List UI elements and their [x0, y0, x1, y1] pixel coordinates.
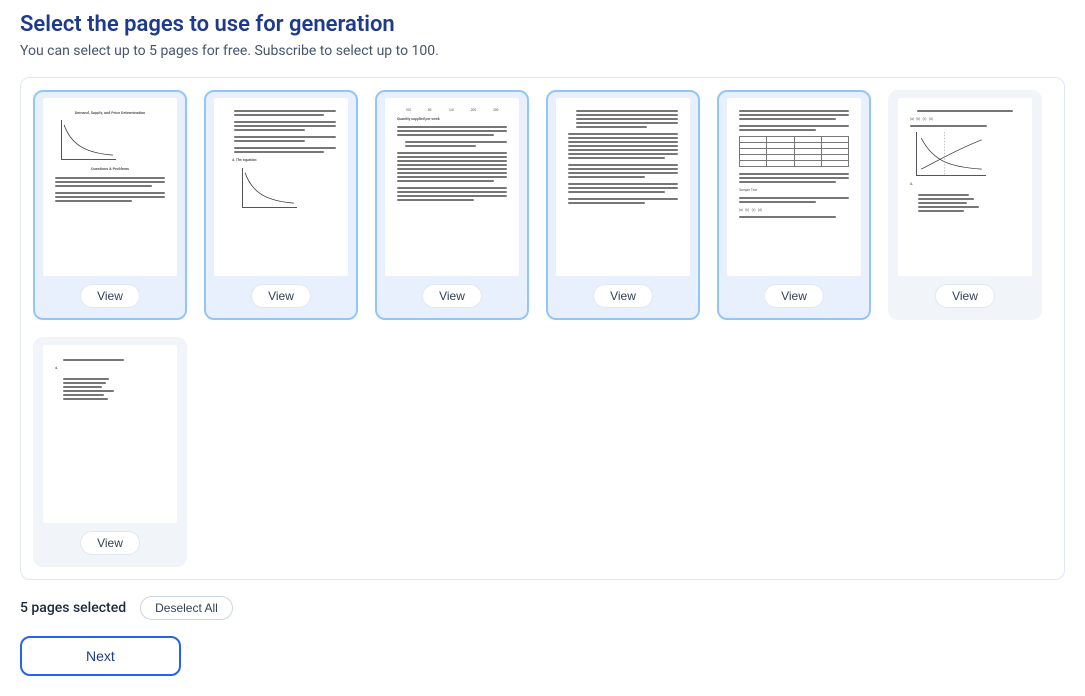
pages-grid: Demand, Supply, and Price Determination …: [33, 90, 1052, 567]
page-preview: 4. The equation: [214, 98, 348, 276]
page-subtitle: You can select up to 5 pages for free. S…: [20, 43, 1065, 59]
page-thumbnail[interactable]: Demand, Supply, and Price Determination …: [33, 90, 187, 320]
page-preview: [556, 98, 690, 276]
pages-panel: Demand, Supply, and Price Determination …: [20, 77, 1065, 580]
page-thumbnail[interactable]: View: [546, 90, 700, 320]
page-thumbnail[interactable]: 10080120200300 Quantity supplied per wee…: [375, 90, 529, 320]
selected-count: 5 pages selected: [20, 600, 126, 616]
next-button[interactable]: Next: [20, 636, 181, 676]
view-button[interactable]: View: [422, 284, 482, 308]
view-button[interactable]: View: [764, 284, 824, 308]
page-title: Select the pages to use for generation: [20, 12, 1065, 37]
page-preview: 4.: [43, 345, 177, 523]
view-button[interactable]: View: [80, 284, 140, 308]
page-thumbnail[interactable]: Sample Test (a) (b) (c) (d) View: [717, 90, 871, 320]
view-button[interactable]: View: [251, 284, 311, 308]
page-thumbnail[interactable]: 4. View: [33, 337, 187, 567]
view-button[interactable]: View: [593, 284, 653, 308]
page-thumbnail[interactable]: 4. The equation View: [204, 90, 358, 320]
deselect-all-button[interactable]: Deselect All: [140, 596, 233, 620]
page-preview: 10080120200300 Quantity supplied per wee…: [385, 98, 519, 276]
page-preview: Demand, Supply, and Price Determination …: [43, 98, 177, 276]
selection-footer: 5 pages selected Deselect All: [20, 596, 1065, 620]
page-preview: (a) (b) (c) (d) 3.: [898, 98, 1032, 276]
page-thumbnail[interactable]: (a) (b) (c) (d) 3.: [888, 90, 1042, 320]
view-button[interactable]: View: [935, 284, 995, 308]
preview-table: [739, 136, 849, 167]
page-preview: Sample Test (a) (b) (c) (d): [727, 98, 861, 276]
view-button[interactable]: View: [80, 531, 140, 555]
